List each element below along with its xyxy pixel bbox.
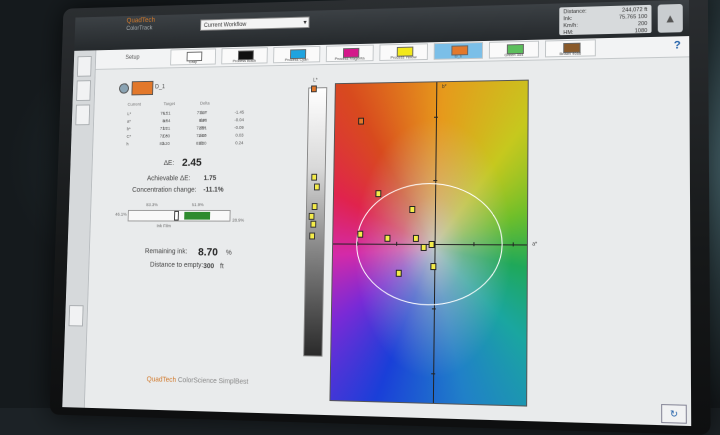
target-point: [357, 117, 364, 125]
table-row: dh 0.24: [198, 140, 244, 146]
ink-gauge-fill: [183, 211, 211, 220]
rail-button-history[interactable]: [75, 104, 91, 126]
a-axis-label: a*: [532, 241, 538, 248]
lightness-target-marker: [311, 85, 317, 93]
sample-point: [357, 231, 364, 239]
lightness-strip: [303, 85, 328, 357]
logo-brand: QuadTech: [146, 376, 177, 384]
sample-point: [395, 269, 402, 277]
sample-point: [413, 234, 420, 242]
brand-subtitle: ColorTrack: [126, 25, 153, 32]
concentration-value: -11.1%: [203, 186, 224, 194]
sample-point: [428, 240, 435, 249]
lightness-marker: [311, 173, 318, 181]
ink-swatch-button[interactable]: Green 354: [488, 40, 540, 59]
monitor-screen: QuadTech ColorTrack Current Workflow ▾ D…: [62, 0, 692, 427]
distance-value: 300: [203, 263, 215, 271]
gauge-caption: Ink Film: [156, 223, 172, 229]
ink-swatch-button[interactable]: Process Magenta: [325, 44, 374, 63]
target-color-chip: [131, 80, 154, 96]
column-header: Delta: [199, 100, 210, 106]
ink-swatch-button[interactable]: D_1: [433, 42, 484, 60]
lightness-marker: [309, 232, 316, 240]
lightness-marker: [313, 183, 320, 191]
lightness-marker: [311, 203, 318, 210]
remaining-label: Remaining ink:: [144, 248, 188, 256]
delta-e-label: ΔE:: [163, 160, 175, 167]
b-axis-label: b*: [441, 84, 447, 91]
color-detail-panel: D_1 Current L* 76.21 a* 8.84 b* 71.21 C* 72.80 h…: [86, 67, 298, 414]
gauge-top-right: 51.9%: [191, 202, 204, 208]
column-header: Current: [127, 101, 142, 107]
distance-label: Distance to empty:: [149, 261, 204, 270]
sample-point: [375, 190, 382, 197]
brand-name: QuadTech: [126, 17, 156, 25]
ink-gauge-handle[interactable]: [173, 210, 179, 221]
gauge-left: 46.1%: [115, 211, 127, 217]
rail-button-measure[interactable]: [76, 80, 91, 101]
swatch-label: Process Yellow: [390, 54, 417, 60]
partner-logos: QuadTech ColorScience SimplBest: [147, 376, 249, 386]
gauge-right: 28.9%: [232, 217, 245, 223]
remaining-unit: %: [225, 249, 232, 257]
monitor-bezel: QuadTech ColorTrack Current Workflow ▾ D…: [49, 0, 711, 435]
profile-select[interactable]: Current Workflow ▾: [200, 16, 310, 31]
lightness-marker: [308, 212, 315, 220]
sample-point: [420, 244, 427, 252]
toolbar-label: Setup: [125, 54, 140, 61]
ink-swatch-button[interactable]: Brown 4666: [544, 39, 596, 58]
spectro-icon[interactable]: [118, 83, 130, 94]
eject-button[interactable]: ▲: [657, 3, 683, 33]
swatch-label: Process Black: [232, 57, 257, 64]
achievable-label: Achievable ΔE:: [146, 175, 191, 183]
rail-button-check[interactable]: [68, 305, 84, 327]
column-header: Target: [163, 101, 176, 107]
l-axis-label: L*: [313, 77, 318, 84]
swatch-label: Brown 4666: [559, 50, 582, 57]
swatch-label: D_1: [454, 53, 462, 59]
logo-partner: ColorScience: [177, 377, 217, 385]
ab-color-plane: b* a*: [329, 79, 537, 407]
achievable-value: 1.75: [203, 175, 217, 183]
sample-point: [409, 205, 416, 213]
ink-gauge[interactable]: [127, 209, 231, 222]
swatch-label: Green 354: [504, 51, 524, 58]
distance-unit: ft: [219, 263, 224, 271]
swatch-label: Process Cyan: [284, 56, 309, 63]
target-name: D_1: [154, 84, 166, 91]
gauge-top-left: 83.3%: [146, 202, 158, 208]
swatch-label: Process Magenta: [334, 55, 365, 61]
rail-button-adjust[interactable]: [76, 55, 92, 77]
ink-swatch-button[interactable]: Gray: [170, 48, 217, 66]
logo-product: SimplBest: [218, 378, 249, 386]
sample-point: [384, 234, 391, 242]
help-button[interactable]: ?: [674, 39, 681, 51]
status-readout: Distance: 244,072 ft Ink: 75.765 100 Km/h:…: [559, 4, 652, 36]
concentration-label: Concentration change:: [132, 186, 197, 194]
remaining-value: 8.70: [197, 246, 219, 259]
delta-e-value: 2.45: [181, 157, 202, 169]
ink-swatch-button[interactable]: Process Yellow: [379, 43, 428, 61]
lightness-marker: [310, 220, 317, 228]
ink-swatch-button[interactable]: Process Cyan: [273, 45, 321, 64]
swatch-label: Gray: [188, 59, 197, 65]
chevron-down-icon: ▾: [303, 19, 307, 27]
ink-swatch-button[interactable]: Process Black: [221, 47, 268, 65]
profile-select-value: Current Workflow: [203, 22, 247, 29]
sample-point: [430, 263, 437, 271]
refresh-button[interactable]: ↻: [661, 404, 687, 424]
